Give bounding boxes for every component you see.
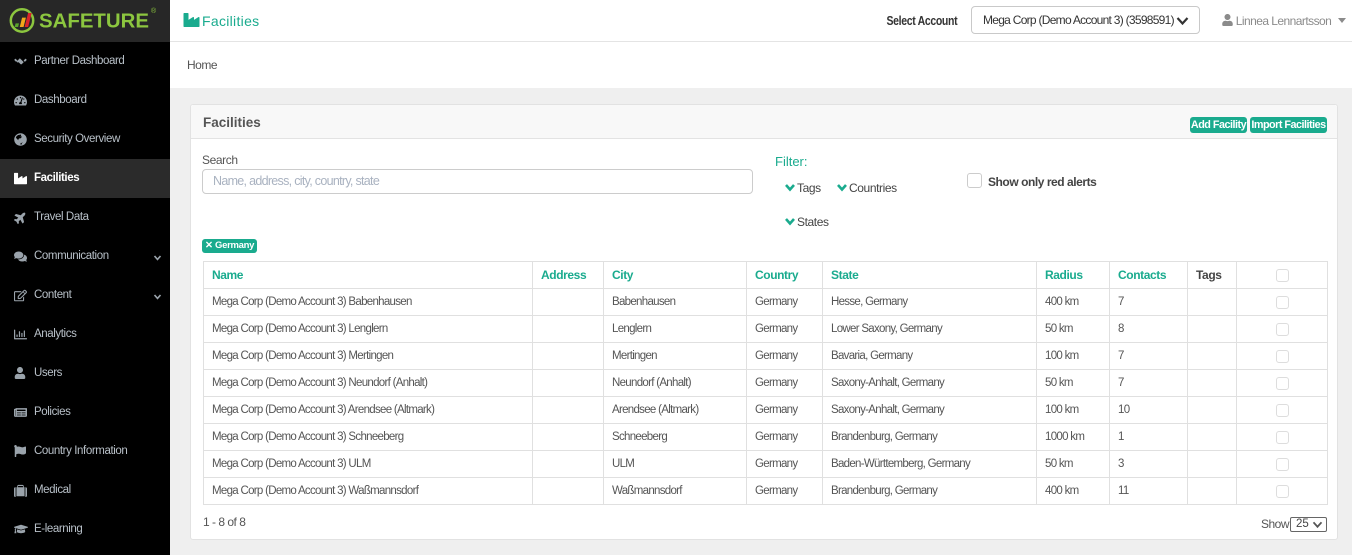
svg-text:®: ® xyxy=(151,7,157,15)
svg-text:SAFETURE: SAFETURE xyxy=(39,10,149,33)
